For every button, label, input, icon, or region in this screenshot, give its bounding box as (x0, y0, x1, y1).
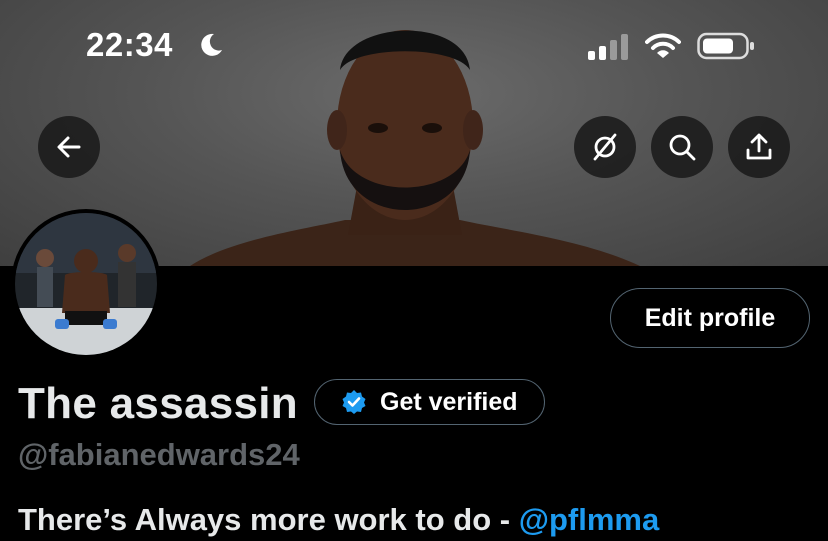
get-verified-button[interactable]: Get verified (314, 379, 545, 425)
bio-text: There’s Always more work to do - (18, 502, 519, 537)
grok-button[interactable] (574, 116, 636, 178)
grok-icon (593, 133, 617, 161)
share-icon (746, 133, 772, 160)
search-icon (669, 134, 696, 161)
battery-icon (697, 32, 754, 60)
back-button[interactable] (38, 116, 100, 178)
bio: There’s Always more work to do - @pflmma (18, 502, 659, 538)
avatar[interactable] (11, 209, 161, 359)
signal-icon (588, 34, 628, 60)
status-time: 22:34 (86, 26, 173, 63)
search-button[interactable] (651, 116, 713, 178)
verified-badge-icon (342, 390, 366, 414)
get-verified-label: Get verified (380, 387, 518, 416)
edit-profile-button[interactable]: Edit profile (610, 288, 810, 348)
wifi-icon (645, 33, 681, 58)
moon-icon (201, 33, 222, 56)
share-button[interactable] (728, 116, 790, 178)
display-name: The assassin (18, 379, 298, 428)
user-handle: @fabianedwards24 (18, 437, 300, 472)
avatar-photo (15, 213, 157, 355)
bio-mention-link[interactable]: @pflmma (519, 502, 659, 537)
back-arrow-icon (57, 136, 81, 158)
